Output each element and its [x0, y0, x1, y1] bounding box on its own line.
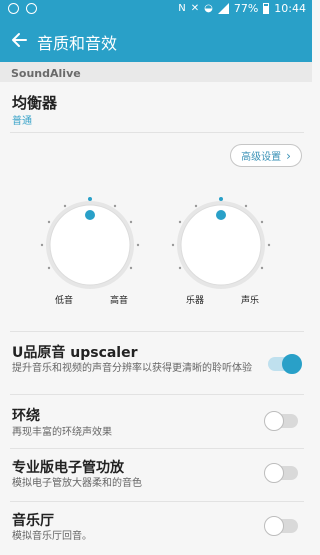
- sync-icon: [26, 3, 37, 14]
- wifi-icon: ◒: [204, 3, 213, 14]
- toggle-knob: [264, 516, 284, 536]
- tube-amp-toggle[interactable]: [264, 463, 298, 483]
- concert-hall-description: 模拟音乐厅回音。: [12, 531, 92, 542]
- upscaler-toggle[interactable]: [268, 354, 302, 374]
- dial-instrument-vocal[interactable]: [171, 197, 271, 289]
- clock: 10:44: [274, 2, 306, 15]
- concert-hall-title[interactable]: 音乐厅: [12, 510, 54, 530]
- sound-dials: [40, 197, 271, 289]
- toggle-knob: [264, 463, 284, 483]
- divider: [10, 394, 304, 395]
- upscaler-description: 提升音乐和视频的声音分辨率以获得更清晰的聆听体验: [12, 363, 252, 374]
- mute-icon: ✕: [190, 3, 200, 14]
- divider: [10, 132, 304, 133]
- nfc-icon: N: [178, 3, 186, 14]
- surround-toggle[interactable]: [264, 411, 298, 431]
- tube-amp-description: 模拟电子管放大器柔和的音色: [12, 478, 142, 489]
- toggle-knob: [282, 354, 302, 374]
- equalizer-title[interactable]: 均衡器: [12, 92, 57, 113]
- dial-label-vocal: 声乐: [241, 296, 260, 306]
- arrow-left-icon[interactable]: [10, 30, 28, 50]
- advanced-settings-button[interactable]: 高级设置 ›: [230, 144, 302, 167]
- surround-description: 再现丰富的环绕声效果: [12, 427, 112, 438]
- status-indicators: N ✕ ◒ 77% 10:44: [178, 2, 306, 15]
- notification-circle-icon: [8, 3, 19, 14]
- surround-title[interactable]: 环绕: [12, 405, 40, 425]
- chevron-right-icon: ›: [286, 148, 291, 163]
- advanced-settings-label: 高级设置: [241, 152, 282, 163]
- signal-icon: [217, 3, 229, 14]
- battery-icon: [263, 3, 270, 14]
- tube-amp-title[interactable]: 专业版电子管功放: [12, 457, 124, 477]
- dial-label-treble: 高音: [110, 296, 129, 306]
- app-bar: 音质和音效: [0, 20, 312, 62]
- equalizer-value: 普通: [12, 116, 32, 127]
- section-header: SoundAlive: [0, 62, 312, 82]
- divider: [10, 331, 304, 332]
- notification-icons: [8, 3, 37, 14]
- dial-label-bass: 低音: [55, 296, 74, 306]
- status-bar: N ✕ ◒ 77% 10:44: [0, 0, 312, 20]
- concert-hall-toggle[interactable]: [264, 516, 298, 536]
- upscaler-title[interactable]: U品原音 upscaler: [12, 342, 138, 362]
- divider: [10, 501, 304, 502]
- toggle-knob: [264, 411, 284, 431]
- battery-percent: 77%: [233, 2, 259, 15]
- dial-bass-treble[interactable]: [40, 197, 140, 289]
- dial-label-instrument: 乐器: [186, 296, 205, 306]
- divider: [10, 448, 304, 449]
- page-title: 音质和音效: [37, 34, 118, 53]
